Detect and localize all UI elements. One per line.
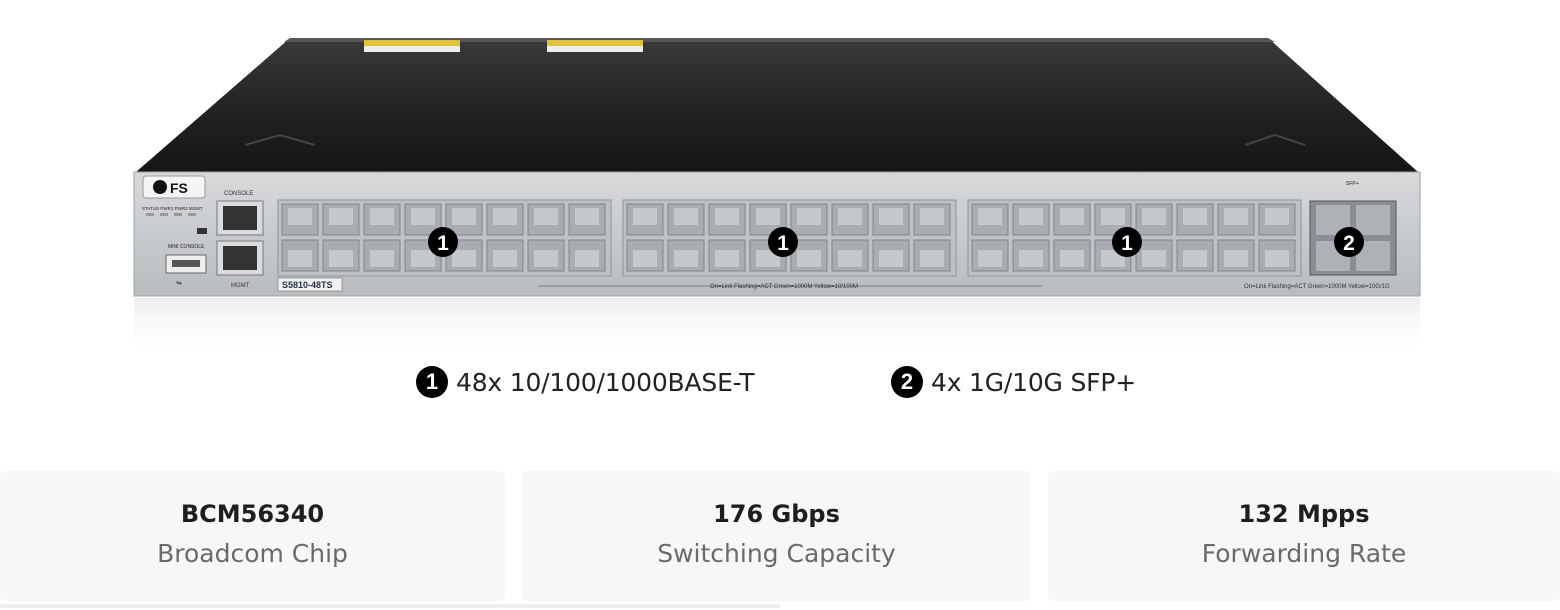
legend-item-sfp: 2 4x 1G/10G SFP+ — [891, 364, 1136, 400]
network-switch-illustration: FS STATUS PWR1 PWR2 MGMT MINI CONSOLE ⇋ … — [133, 38, 1421, 358]
model-label: S5810-48TS — [282, 280, 333, 290]
spec-value: 176 Gbps — [713, 500, 840, 528]
divider — [0, 604, 780, 608]
svg-text:2: 2 — [1343, 232, 1355, 255]
legend-text: 4x 1G/10G SFP+ — [931, 367, 1136, 397]
svg-text:On=Link Flashing=ACT Green=1: On=Link Flashing=ACT Green=1000M Yellow=… — [710, 284, 858, 290]
spec-label: Switching Capacity — [657, 539, 896, 568]
spec-card-chip: BCM56340 Broadcom Chip — [0, 471, 505, 601]
spec-card-forwarding-rate: 132 Mpps Forwarding Rate — [1048, 471, 1560, 601]
brand-logo: FS — [170, 180, 188, 196]
svg-text:MINI CONSOLE: MINI CONSOLE — [168, 244, 205, 250]
svg-text:On=Link Flashing=ACT Green=1: On=Link Flashing=ACT Green=1000M Yellow=… — [1244, 284, 1390, 290]
spec-card-switching-capacity: 176 Gbps Switching Capacity — [522, 471, 1031, 601]
svg-text:MGMT: MGMT — [231, 283, 250, 289]
reflection — [134, 298, 1420, 358]
svg-text:SFP+: SFP+ — [1346, 181, 1359, 187]
svg-text:STATUS PWR1 PWR2 MGMT: STATUS PWR1 PWR2 MGMT — [142, 206, 203, 211]
svg-text:1: 1 — [1121, 232, 1133, 255]
spec-value: 132 Mpps — [1238, 500, 1370, 528]
spec-label: Forwarding Rate — [1201, 539, 1407, 568]
product-overview: FS STATUS PWR1 PWR2 MGMT MINI CONSOLE ⇋ … — [0, 0, 1560, 610]
spec-value: BCM56340 — [180, 500, 325, 528]
legend-number-badge: 2 — [891, 366, 923, 398]
chassis-top — [136, 38, 1418, 172]
svg-text:1: 1 — [777, 232, 789, 255]
svg-text:CONSOLE: CONSOLE — [224, 191, 253, 197]
legend-number-badge: 1 — [416, 366, 448, 398]
legend-item-rj45: 1 48x 10/100/1000BASE-T — [416, 364, 754, 400]
spec-label: Broadcom Chip — [157, 539, 348, 568]
legend-text: 48x 10/100/1000BASE-T — [456, 367, 755, 397]
svg-text:1: 1 — [437, 232, 449, 255]
svg-text:⇋: ⇋ — [176, 279, 182, 287]
